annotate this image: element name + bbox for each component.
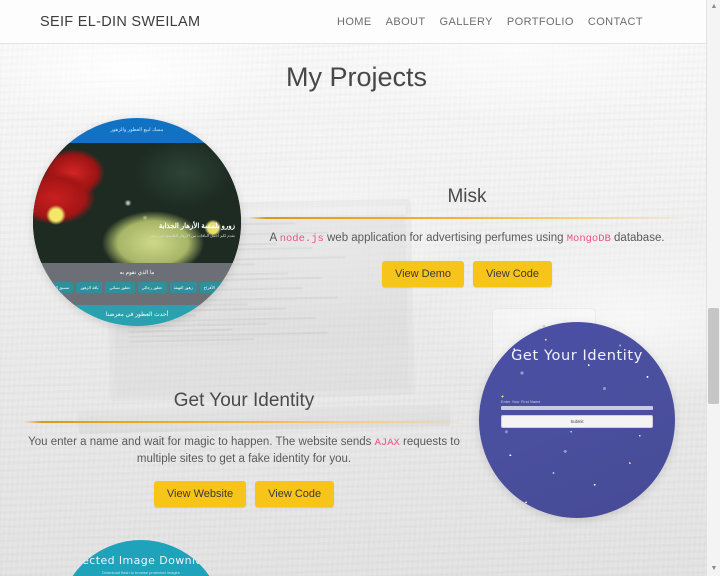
tech-tag-mongodb: MongoDB	[566, 233, 611, 245]
thumb-chip: باقة الزهور	[76, 282, 103, 293]
project-actions: View Website View Code	[24, 481, 464, 507]
thumb-hero-photo: زورو بلمسة الأزهار الجذابة نقدم لكم أجمل…	[33, 143, 241, 263]
thumb-chip: زهور التهنئة	[169, 282, 197, 293]
thumb-topbar-text: مسك لبيع العطور والزهور	[110, 127, 164, 133]
thumb-input-placeholder: Enter Your First Name	[501, 400, 541, 404]
view-code-button[interactable]: View Code	[255, 481, 335, 507]
navbar: SEIF EL-DIN SWEILAM HOME ABOUT GALLERY P…	[0, 0, 713, 44]
thumb-hero-caption: زورو بلمسة الأزهار الجذابة نقدم لكم أجمل…	[150, 222, 235, 239]
brand-logo[interactable]: SEIF EL-DIN SWEILAM	[40, 14, 200, 30]
thumb-title: Get Your Identity	[511, 348, 643, 364]
thumb-services-section: ما الذي نقوم به باقات المناسبات زهور الأ…	[33, 263, 241, 305]
project-thumbnail-misk[interactable]: مسك لبيع العطور والزهور زورو بلمسة الأزه…	[33, 118, 241, 326]
thumb-title: Protected Image Downloads	[58, 554, 224, 567]
view-code-button[interactable]: View Code	[473, 261, 553, 287]
thumb-chip: عطور نسائي	[105, 282, 135, 293]
tech-tag-ajax: AJAX	[374, 437, 400, 449]
title-divider	[24, 421, 464, 423]
thumb-chip: عطور رجالي	[137, 282, 167, 293]
nav-item-portfolio[interactable]: PORTFOLIO	[507, 16, 574, 28]
project-title: Misk	[447, 186, 487, 207]
title-divider	[248, 217, 686, 219]
desc-text-1: You enter a name and wait for magic to h…	[28, 436, 375, 448]
project-actions: View Demo View Code	[248, 261, 686, 287]
nav-item-home[interactable]: HOME	[337, 16, 372, 28]
vertical-scrollbar[interactable]: ▲ ▼	[706, 0, 720, 576]
project-misk: Misk A node.js web application for adver…	[248, 186, 686, 287]
thumb-subtitle: Download flash to browse protected image…	[102, 570, 180, 575]
thumb-chip: زهور استقبال	[33, 282, 39, 293]
project-description: A node.js web application for advertisin…	[248, 230, 686, 247]
page-title: My Projects	[285, 62, 428, 92]
tech-tag-nodejs: node.js	[279, 233, 324, 245]
scroll-up-arrow-icon[interactable]: ▲	[707, 0, 720, 14]
thumb-caption-sub: نقدم لكم أجمل الباقات من الأزهار الطبيعي…	[149, 233, 235, 238]
nav-item-about[interactable]: ABOUT	[386, 16, 426, 28]
view-website-button[interactable]: View Website	[153, 481, 247, 507]
project-description: You enter a name and wait for magic to h…	[24, 434, 464, 467]
nav-links: HOME ABOUT GALLERY PORTFOLIO CONTACT	[337, 16, 643, 28]
view-demo-button[interactable]: View Demo	[381, 261, 465, 287]
thumb-chip: تنسيق الحدائق	[41, 282, 74, 293]
thumb-name-input: Enter Your First Name	[501, 400, 653, 410]
desc-text-2: web application for advertising perfumes…	[323, 232, 567, 244]
thumb-footer-section: أحدث العطور في معرضنا	[33, 305, 241, 326]
thumb-services-label: ما الذي نقوم به	[119, 270, 155, 276]
project-get-your-identity: Get Your Identity You enter a name and w…	[24, 390, 464, 507]
scroll-down-arrow-icon[interactable]: ▼	[707, 562, 720, 576]
thumb-caption-title: زورو بلمسة الأزهار الجذابة	[158, 223, 235, 230]
thumb-chip: باقات المناسبات	[231, 282, 241, 293]
nav-item-contact[interactable]: CONTACT	[588, 16, 643, 28]
thumb-service-chips: باقات المناسبات زهور الأفراح زهور التهنئ…	[33, 282, 241, 293]
nav-item-gallery[interactable]: GALLERY	[440, 16, 493, 28]
thumb-input-line	[501, 406, 653, 410]
thumb-footer-label: أحدث العطور في معرضنا	[105, 312, 169, 318]
page-root: ♔ KE SEIF EL-DIN SWEILAM HOME ABOUT GALL…	[0, 0, 720, 576]
thumb-chip: زهور الأفراح	[199, 282, 229, 293]
project-thumbnail-identity[interactable]: Get Your Identity Enter Your First Name …	[479, 322, 675, 518]
thumb-submit-button: Submit	[501, 415, 653, 428]
desc-text-3: database.	[610, 232, 665, 244]
desc-text-1: A	[269, 232, 280, 244]
project-title: Get Your Identity	[173, 390, 315, 411]
scrollbar-thumb[interactable]	[708, 308, 719, 404]
thumb-topbar: مسك لبيع العطور والزهور	[33, 118, 241, 143]
